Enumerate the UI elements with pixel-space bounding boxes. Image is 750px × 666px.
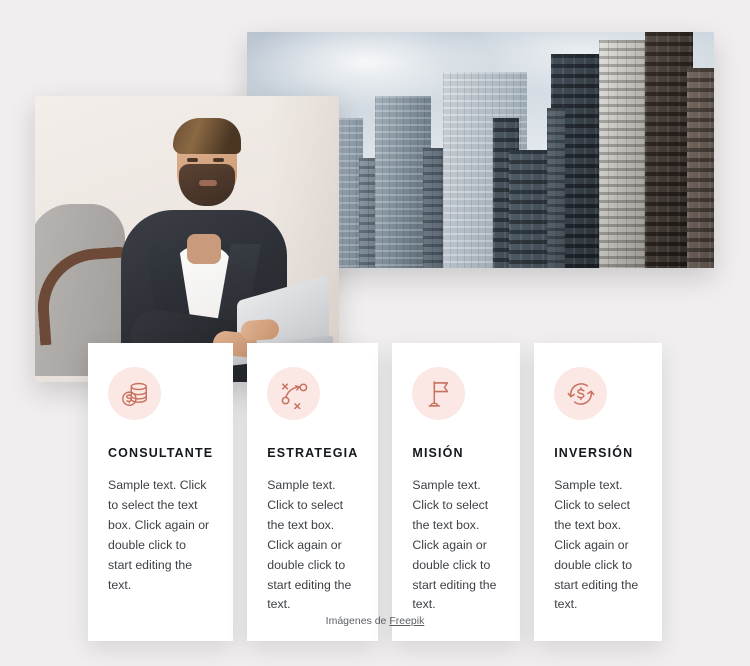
eye-left bbox=[187, 158, 198, 162]
neck bbox=[187, 234, 221, 264]
card-title: ESTRATEGIA bbox=[267, 446, 359, 460]
freepik-link[interactable]: Freepik bbox=[389, 615, 424, 627]
person-photo bbox=[35, 96, 339, 382]
card-title: MISIÓN bbox=[412, 446, 464, 460]
feature-card-inversion[interactable]: INVERSIÓN Sample text. Click to select t… bbox=[534, 343, 662, 642]
card-body: Sample text. Click to select the text bo… bbox=[554, 478, 639, 612]
building bbox=[645, 32, 693, 268]
coins-stack-dollar-icon bbox=[108, 367, 161, 420]
page-stage: CONSULTANTE Sample text. Click to select… bbox=[0, 0, 750, 666]
dollar-refresh-cycle-icon bbox=[554, 367, 608, 420]
card-body: Sample text. Click to select the text bo… bbox=[267, 478, 352, 612]
feature-card-row: CONSULTANTE Sample text. Click to select… bbox=[88, 343, 662, 642]
eye-right bbox=[213, 158, 224, 162]
card-title: INVERSIÓN bbox=[554, 446, 634, 460]
feature-card-consultante[interactable]: CONSULTANTE Sample text. Click to select… bbox=[88, 343, 234, 642]
building bbox=[599, 40, 651, 268]
mouth bbox=[199, 180, 217, 186]
credit-prefix: Imágenes de bbox=[325, 615, 390, 627]
hair bbox=[173, 118, 241, 154]
strategy-playbook-icon bbox=[267, 367, 321, 420]
feature-card-estrategia[interactable]: ESTRATEGIA Sample text. Click to select … bbox=[247, 343, 379, 642]
feature-card-mision[interactable]: MISIÓN Sample text. Click to select the … bbox=[392, 343, 521, 642]
building bbox=[687, 68, 714, 268]
card-body: Sample text. Click to select the text bo… bbox=[108, 478, 210, 592]
building bbox=[547, 108, 565, 268]
card-title: CONSULTANTE bbox=[108, 446, 214, 460]
card-body: Sample text. Click to select the text bo… bbox=[412, 478, 497, 612]
image-credit: Imágenes de Freepik bbox=[0, 615, 750, 627]
flag-icon bbox=[412, 367, 466, 420]
hand-right bbox=[240, 318, 280, 342]
